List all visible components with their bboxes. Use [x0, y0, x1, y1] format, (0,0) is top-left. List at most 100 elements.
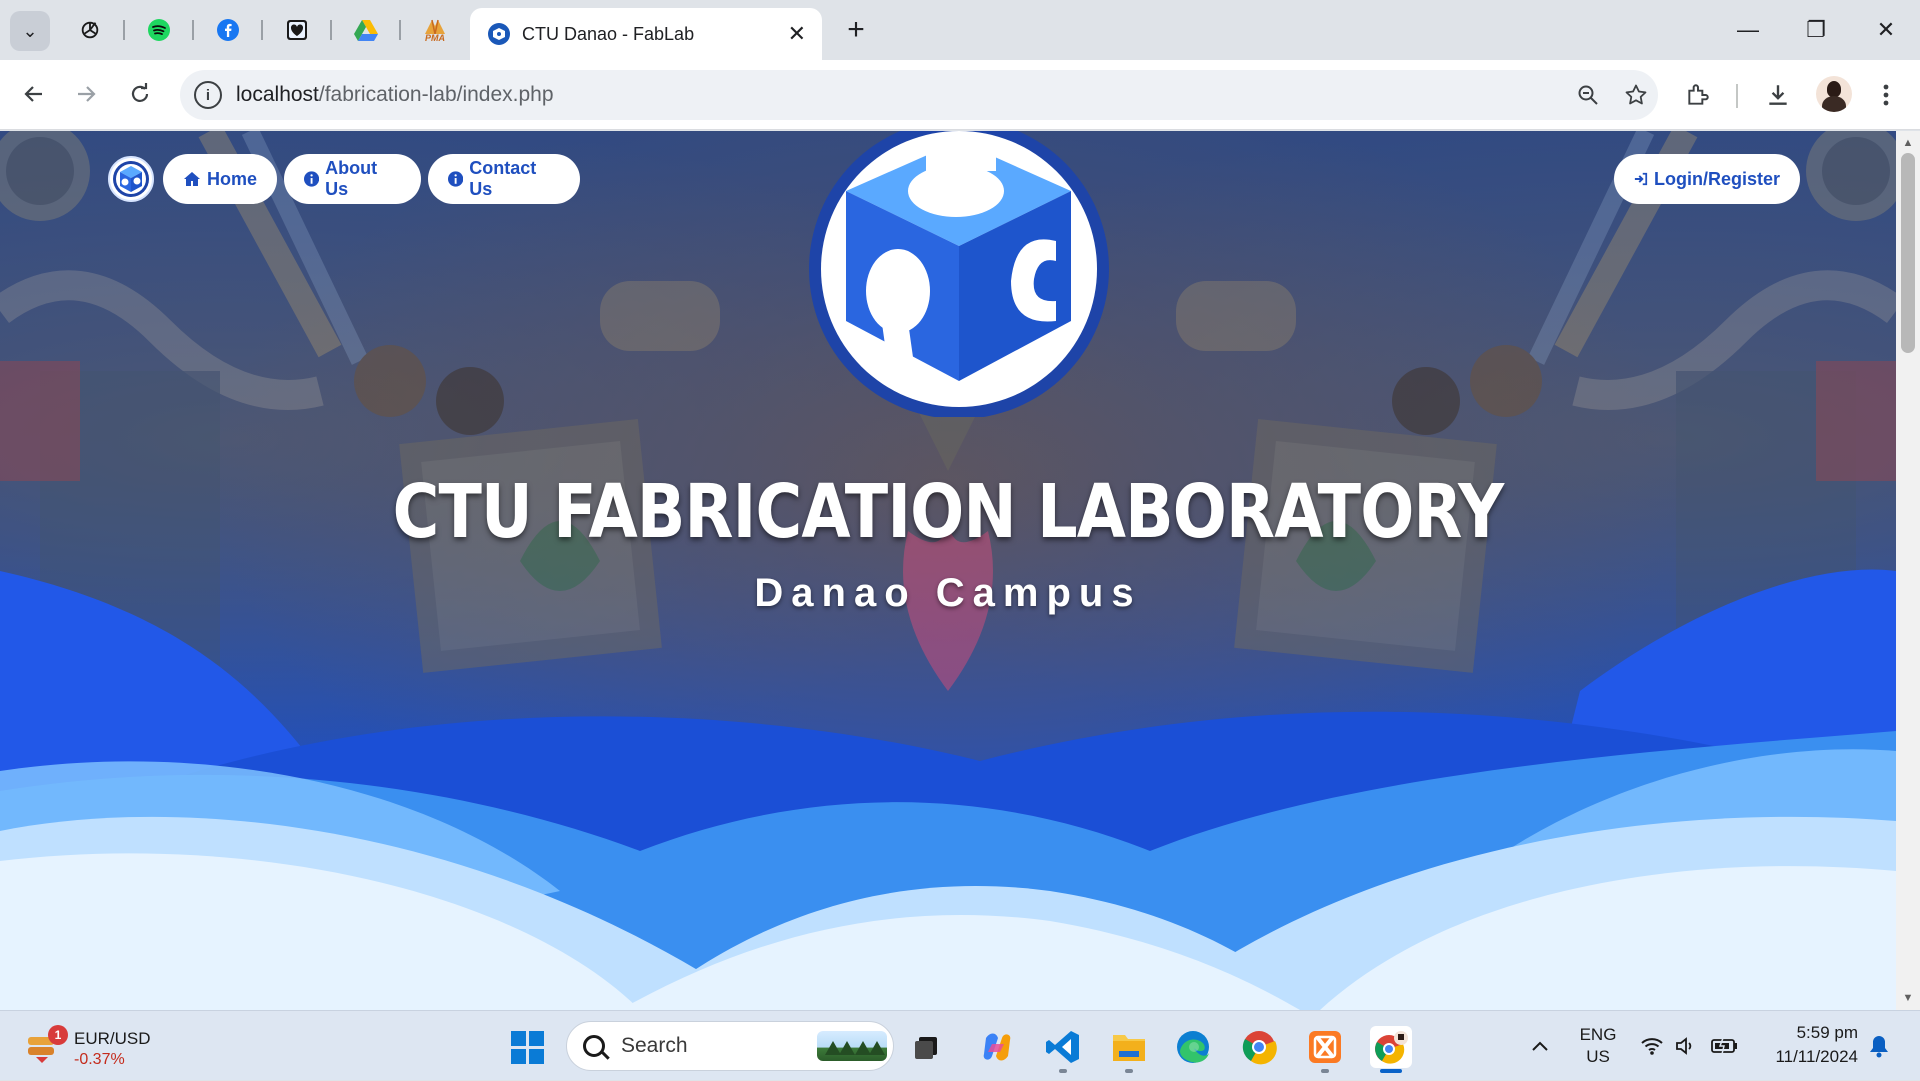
browser-toolbar: i localhost/fabrication-lab/index.php	[0, 60, 1920, 130]
tab-separator	[261, 20, 263, 40]
profile-avatar[interactable]	[1816, 76, 1852, 112]
reload-button[interactable]	[120, 74, 160, 114]
edge-button[interactable]	[1172, 1026, 1214, 1068]
nav-home-button[interactable]: Home	[163, 154, 277, 204]
pinned-tab-heart-app[interactable]	[279, 12, 315, 48]
running-indicator	[1059, 1069, 1067, 1073]
pinned-tab-pma[interactable]: PMA	[417, 12, 453, 48]
language-indicator[interactable]: ENG US	[1570, 1011, 1626, 1081]
search-highlight-image	[817, 1031, 887, 1061]
scrollbar-thumb[interactable]	[1901, 153, 1915, 353]
url-text[interactable]: localhost/fabrication-lab/index.php	[236, 83, 554, 107]
site-navbar: Home About Us Contact Us Login/Register	[0, 131, 1896, 211]
menu-kebab-icon[interactable]	[1866, 75, 1906, 115]
show-hidden-icons-button[interactable]	[1526, 1011, 1554, 1081]
hero-title: CTU FABRICATION LABORATORY	[392, 469, 1505, 555]
pinned-tab-google-drive[interactable]	[348, 12, 384, 48]
tab-separator	[330, 20, 332, 40]
home-icon	[183, 172, 200, 186]
tab-separator	[192, 20, 194, 40]
pinned-tab-chatgpt[interactable]	[72, 12, 108, 48]
forward-button[interactable]	[66, 74, 106, 114]
scroll-up-arrow-icon[interactable]: ▲	[1896, 133, 1920, 153]
copilot-icon	[983, 1033, 1011, 1061]
clock-time: 5:59 pm	[1796, 1023, 1858, 1042]
task-view-button[interactable]	[906, 1026, 948, 1068]
minimize-button[interactable]: —	[1714, 0, 1782, 60]
close-window-button[interactable]: ✕	[1852, 0, 1920, 60]
clock-date: 11/11/2024	[1775, 1047, 1858, 1066]
taskbar-clock[interactable]: 5:59 pm 11/11/2024	[1758, 1021, 1858, 1069]
file-explorer-button[interactable]	[1108, 1026, 1150, 1068]
nav-about-button[interactable]: About Us	[284, 154, 421, 204]
xampp-button[interactable]	[1304, 1026, 1346, 1068]
info-circle-icon	[448, 171, 464, 187]
openai-icon	[81, 21, 99, 39]
toolbar-separator	[1736, 84, 1738, 108]
nav-about-label: About Us	[325, 158, 378, 199]
facebook-icon	[217, 19, 239, 41]
scroll-down-arrow-icon[interactable]: ▼	[1896, 988, 1920, 1008]
fablab-icon	[488, 23, 510, 45]
edge-icon	[1177, 1031, 1209, 1063]
downloads-icon[interactable]	[1758, 75, 1798, 115]
tab-separator	[399, 20, 401, 40]
vscode-button[interactable]	[1042, 1026, 1084, 1068]
region-label: US	[1586, 1047, 1610, 1066]
volume-icon[interactable]	[1672, 1011, 1700, 1081]
widget-badge: 1	[48, 1025, 68, 1045]
address-bar[interactable]: i localhost/fabrication-lab/index.php	[180, 70, 1658, 120]
page-viewport: Home About Us Contact Us Login/Register …	[0, 131, 1896, 1010]
tab-search-chevron-down-icon[interactable]: ⌄	[10, 11, 50, 51]
taskbar-search[interactable]: Search	[566, 1021, 894, 1071]
pinned-tab-spotify[interactable]	[141, 12, 177, 48]
nav-home-label: Home	[206, 168, 257, 189]
market-widget[interactable]: 1 EUR/USD -0.37%	[26, 1023, 166, 1069]
chrome-profile-button[interactable]	[1370, 1026, 1412, 1068]
taskbar-search-label: Search	[621, 1034, 688, 1057]
hero-subtitle: Danao Campus	[754, 571, 1142, 615]
chrome-button[interactable]	[1238, 1026, 1280, 1068]
vscode-icon	[1046, 1031, 1079, 1063]
running-indicator	[1125, 1069, 1133, 1073]
restore-button[interactable]: ❐	[1782, 0, 1850, 60]
extensions-icon[interactable]	[1678, 75, 1718, 115]
arrow-left-icon	[24, 86, 42, 102]
chrome-profile-icon	[1375, 1031, 1408, 1064]
fablab-small-logo-icon	[113, 161, 149, 197]
login-register-button[interactable]: Login/Register	[1614, 154, 1800, 204]
sign-in-icon	[1634, 172, 1648, 186]
nav-contact-button[interactable]: Contact Us	[428, 154, 580, 204]
zoom-icon[interactable]	[1572, 79, 1604, 111]
folder-icon	[1113, 1035, 1145, 1061]
notification-bell-icon[interactable]	[1864, 1011, 1894, 1081]
active-tab[interactable]: CTU Danao - FabLab ✕	[470, 8, 822, 60]
pinned-tab-facebook[interactable]	[210, 12, 246, 48]
page-scrollbar[interactable]: ▲ ▼	[1896, 131, 1920, 1010]
pma-icon	[425, 19, 445, 34]
arrow-right-icon	[78, 86, 96, 102]
new-tab-button[interactable]: +	[838, 12, 874, 48]
start-button[interactable]	[506, 1026, 548, 1068]
nav-contact-label: Contact Us	[469, 158, 537, 199]
close-tab-icon[interactable]: ✕	[788, 21, 806, 47]
back-button[interactable]	[14, 74, 54, 114]
windows-start-icon	[510, 1030, 544, 1064]
chrome-icon	[1242, 1031, 1277, 1065]
active-window-indicator	[1380, 1069, 1402, 1073]
copilot-button[interactable]	[976, 1026, 1018, 1068]
bookmark-star-icon[interactable]	[1620, 79, 1652, 111]
wifi-icon[interactable]	[1638, 1011, 1666, 1081]
browser-tab-bar: ⌄ PMA CTU Danao - FabLab ✕ + — ❐ ✕	[0, 0, 1920, 60]
heart-icon	[287, 20, 307, 40]
tab-title: CTU Danao - FabLab	[522, 23, 695, 44]
search-icon	[583, 1035, 605, 1057]
site-info-icon[interactable]: i	[194, 81, 222, 109]
navbar-logo[interactable]	[108, 156, 154, 202]
battery-icon[interactable]	[1710, 1011, 1740, 1081]
login-register-label: Login/Register	[1653, 168, 1780, 189]
chevron-up-icon	[1532, 1041, 1548, 1051]
widget-change: -0.37%	[74, 1051, 125, 1068]
info-circle-icon	[304, 171, 320, 187]
windows-taskbar: 1 EUR/USD -0.37% Search ENG US 5:59 pm 1…	[0, 1010, 1920, 1080]
